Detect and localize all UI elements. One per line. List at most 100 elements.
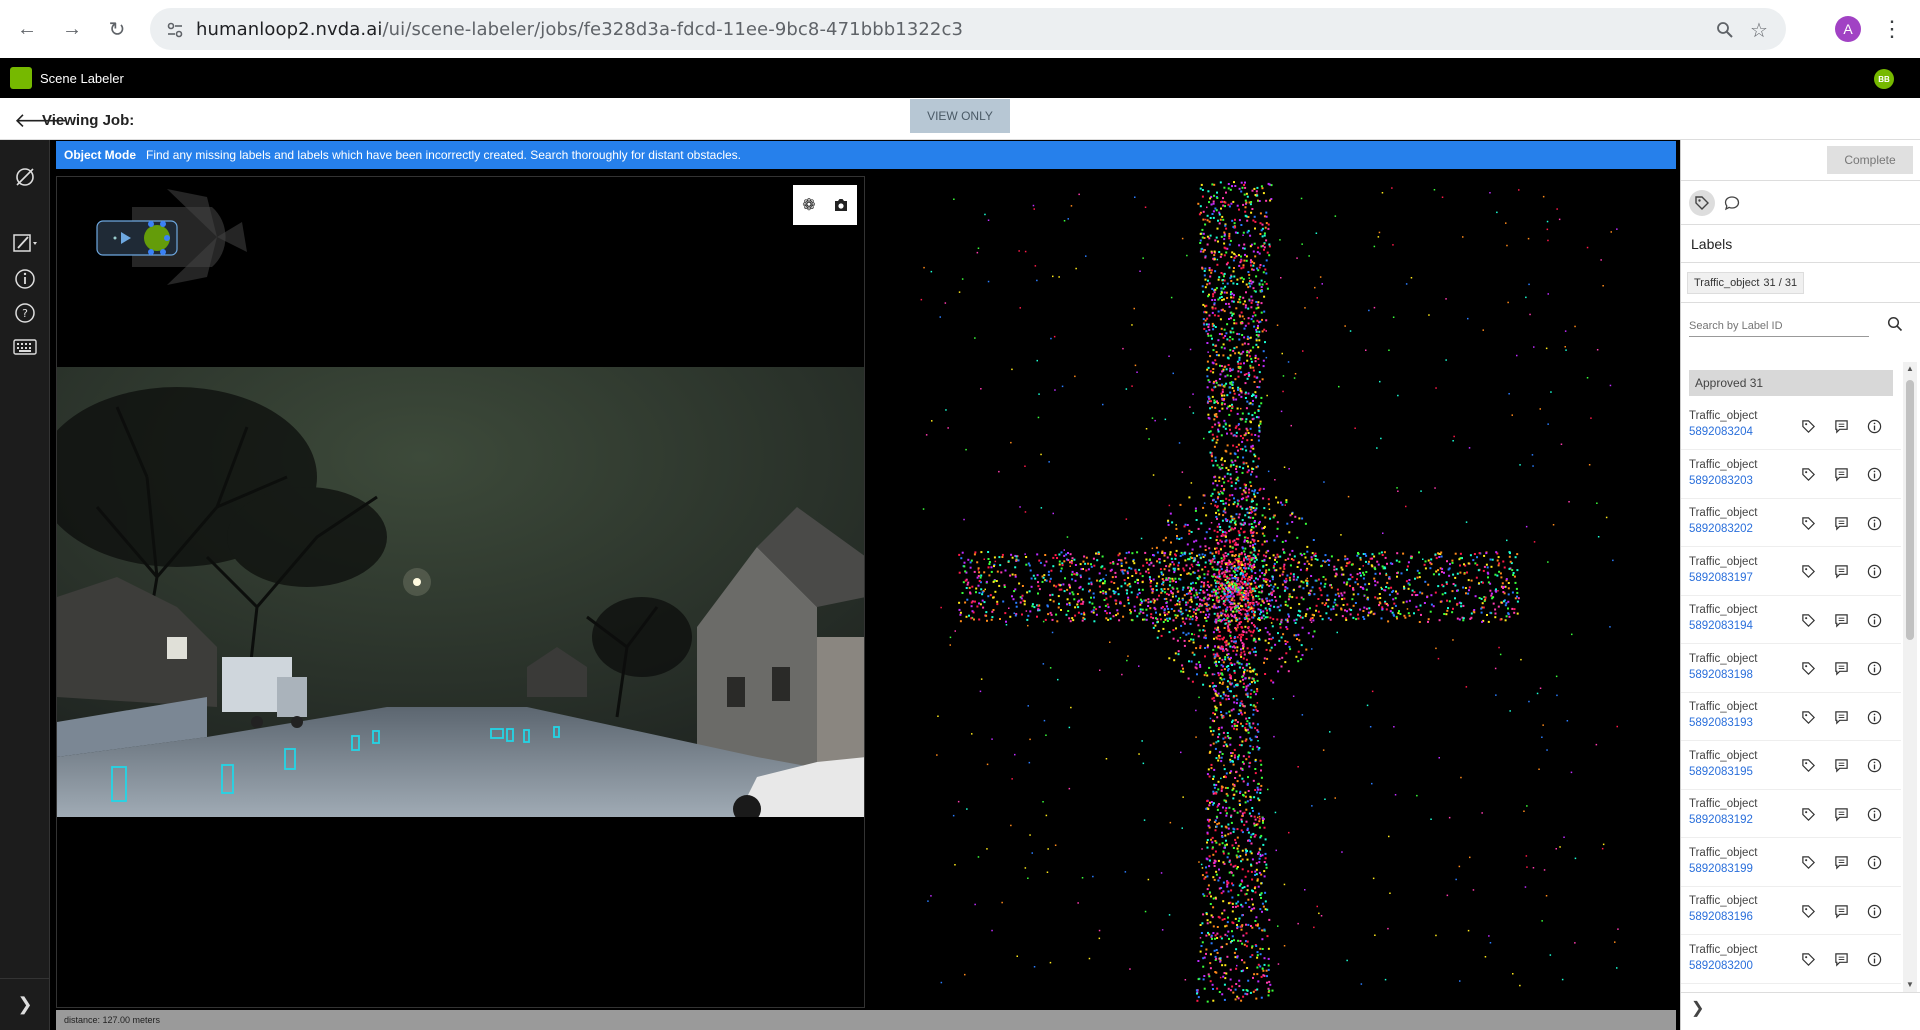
tag-icon[interactable]: [1798, 610, 1818, 630]
complete-button[interactable]: Complete: [1827, 146, 1913, 174]
address-bar[interactable]: humanloop2.nvda.ai/ui/scene-labeler/jobs…: [150, 8, 1786, 50]
tag-icon[interactable]: [1798, 707, 1818, 727]
collapse-panel-icon[interactable]: ❯: [1691, 998, 1704, 1018]
label-list-item[interactable]: Traffic_object 5892083194: [1681, 596, 1901, 644]
label-list-item[interactable]: Traffic_object 5892083193: [1681, 693, 1901, 741]
url-host: humanloop2.nvda.ai: [196, 18, 383, 40]
back-icon[interactable]: ←: [12, 14, 42, 44]
label-list-item[interactable]: Traffic_object 5892083202: [1681, 499, 1901, 547]
screenshot-camera-icon[interactable]: [825, 185, 857, 225]
label-id-link[interactable]: 5892083199: [1689, 863, 1753, 875]
forward-icon[interactable]: →: [57, 14, 87, 44]
label-class-chip[interactable]: Traffic_object 31 / 31: [1687, 272, 1805, 294]
labels-tab-tag-icon[interactable]: [1689, 190, 1715, 216]
label-id-link[interactable]: 5892083203: [1689, 475, 1753, 487]
divider: [1681, 302, 1920, 303]
label-id-link[interactable]: 5892083193: [1689, 717, 1753, 729]
info-icon[interactable]: [1864, 707, 1884, 727]
scroll-up-icon[interactable]: ▲: [1906, 364, 1914, 373]
comment-icon[interactable]: [1831, 853, 1851, 873]
approved-group-header[interactable]: Approved 31: [1689, 370, 1893, 396]
label-id-link[interactable]: 5892083200: [1689, 960, 1753, 972]
label-list-item[interactable]: Traffic_object 5892083203: [1681, 451, 1901, 499]
scrollbar[interactable]: ▲ ▼: [1903, 362, 1917, 992]
info-icon[interactable]: [1864, 513, 1884, 533]
distance-readout: distance: 127.00 meters: [64, 1015, 161, 1025]
divider: [1681, 262, 1920, 263]
lidar-viewport[interactable]: [868, 176, 1676, 1008]
info-icon[interactable]: [10, 264, 40, 294]
info-icon[interactable]: [1864, 950, 1884, 970]
browser-menu-icon[interactable]: ⋮: [1881, 14, 1903, 44]
label-id-link[interactable]: 5892083195: [1689, 766, 1753, 778]
tag-icon[interactable]: [1798, 901, 1818, 921]
reload-icon[interactable]: ↻: [102, 14, 132, 44]
comment-icon[interactable]: [1831, 416, 1851, 436]
label-list-item[interactable]: Traffic_object 5892083197: [1681, 548, 1901, 596]
comment-icon[interactable]: [1831, 513, 1851, 533]
label-id-link[interactable]: 5892083202: [1689, 523, 1753, 535]
zoom-icon[interactable]: [1714, 19, 1736, 41]
scroll-down-icon[interactable]: ▼: [1906, 980, 1914, 989]
label-id-search-input[interactable]: [1689, 315, 1869, 337]
label-list-item[interactable]: Traffic_object 5892083192: [1681, 790, 1901, 838]
label-list-item[interactable]: Traffic_object 5892083198: [1681, 645, 1901, 693]
help-icon[interactable]: ?: [10, 298, 40, 328]
label-id-link[interactable]: 5892083197: [1689, 572, 1753, 584]
info-icon[interactable]: [1864, 901, 1884, 921]
scroll-thumb[interactable]: [1906, 380, 1914, 640]
comment-icon[interactable]: [1831, 562, 1851, 582]
info-icon[interactable]: [1864, 562, 1884, 582]
keyboard-shortcuts-icon[interactable]: [10, 332, 40, 362]
comment-icon[interactable]: [1831, 756, 1851, 776]
comment-icon[interactable]: [1831, 950, 1851, 970]
info-icon[interactable]: [1864, 756, 1884, 776]
info-icon[interactable]: [1864, 465, 1884, 485]
info-icon[interactable]: [1864, 804, 1884, 824]
label-id-link[interactable]: 5892083196: [1689, 911, 1753, 923]
tag-icon[interactable]: [1798, 465, 1818, 485]
tag-icon[interactable]: [1798, 756, 1818, 776]
page-title: Viewing Job:: [42, 112, 135, 129]
label-list-item[interactable]: Traffic_object 5892083195: [1681, 742, 1901, 790]
browser-profile-avatar[interactable]: A: [1835, 16, 1861, 42]
tag-icon[interactable]: [1798, 562, 1818, 582]
comments-tab-icon[interactable]: [1719, 190, 1745, 216]
info-icon[interactable]: [1864, 659, 1884, 679]
tag-icon[interactable]: [1798, 853, 1818, 873]
label-list-item[interactable]: Traffic_object 5892083200: [1681, 936, 1901, 984]
search-icon[interactable]: [1887, 316, 1903, 337]
camera-settings-icon[interactable]: ❁: [793, 185, 825, 225]
divider: [1681, 992, 1920, 993]
label-list-item[interactable]: Traffic_object 5892083204: [1681, 402, 1901, 450]
tag-icon[interactable]: [1798, 416, 1818, 436]
comment-icon[interactable]: [1831, 465, 1851, 485]
tag-icon[interactable]: [1798, 659, 1818, 679]
bookmark-star-icon[interactable]: ☆: [1748, 19, 1770, 42]
comment-icon[interactable]: [1831, 707, 1851, 727]
info-icon[interactable]: [1864, 610, 1884, 630]
comment-icon[interactable]: [1831, 901, 1851, 921]
label-list-item[interactable]: Traffic_object 5892083199: [1681, 839, 1901, 887]
label-id-link[interactable]: 5892083194: [1689, 620, 1753, 632]
label-id-link[interactable]: 5892083198: [1689, 669, 1753, 681]
tag-icon[interactable]: [1798, 804, 1818, 824]
camera-viewport[interactable]: ❁: [56, 176, 865, 1008]
url-path: /ui/scene-labeler/jobs/fe328d3a-fdcd-11e…: [382, 18, 964, 40]
comment-icon[interactable]: [1831, 610, 1851, 630]
job-bar: 🡐 Viewing Job: VIEW ONLY: [0, 98, 1920, 140]
label-list-item[interactable]: Traffic_object 5892083196: [1681, 887, 1901, 935]
site-settings-icon[interactable]: [164, 19, 186, 41]
info-icon[interactable]: [1864, 416, 1884, 436]
user-avatar[interactable]: BB: [1874, 69, 1894, 89]
label-id-link[interactable]: 5892083204: [1689, 426, 1753, 438]
comment-icon[interactable]: [1831, 804, 1851, 824]
info-icon[interactable]: [1864, 853, 1884, 873]
label-id-link[interactable]: 5892083192: [1689, 814, 1753, 826]
hide-labels-icon[interactable]: [10, 162, 40, 192]
edit-tool-icon[interactable]: [10, 228, 40, 258]
comment-icon[interactable]: [1831, 659, 1851, 679]
tag-icon[interactable]: [1798, 950, 1818, 970]
expand-sidebar-icon[interactable]: ❯: [0, 978, 50, 1030]
tag-icon[interactable]: [1798, 513, 1818, 533]
